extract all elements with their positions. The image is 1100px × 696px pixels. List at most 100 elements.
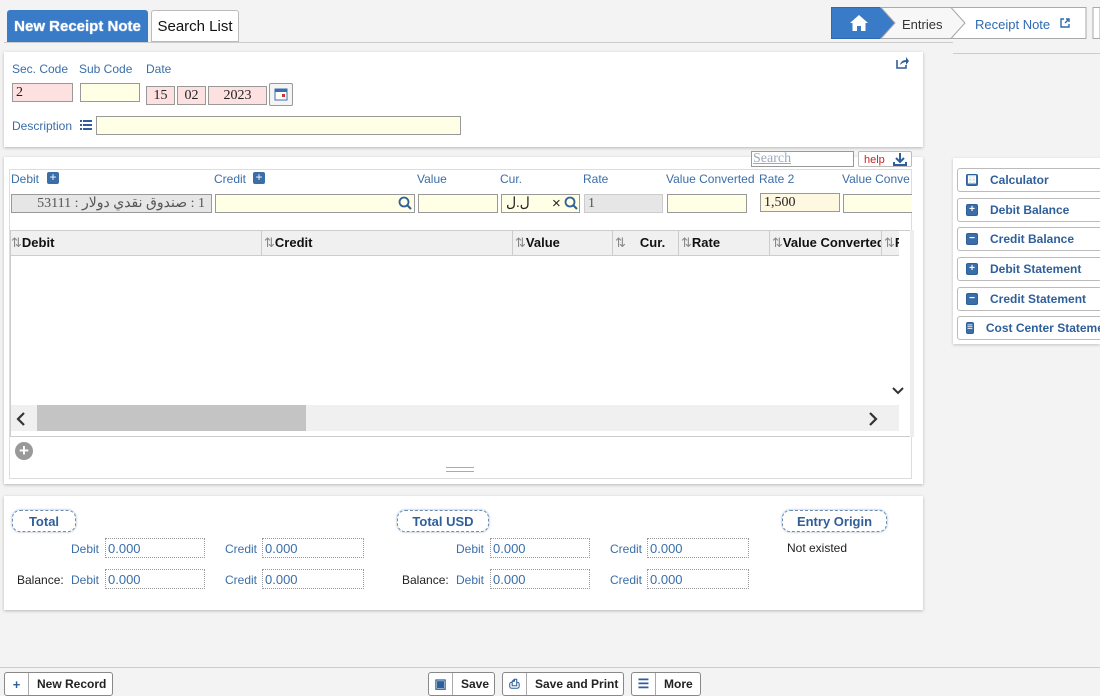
credit-account-input[interactable] <box>215 194 415 213</box>
debit-statement-label: Debit Statement <box>990 262 1082 276</box>
rate2-field-label: Rate 2 <box>759 172 795 186</box>
calculator-icon: ▦ <box>966 174 978 186</box>
grid-col-rate2[interactable]: ⇅R <box>882 231 899 255</box>
plus-square-icon: + <box>966 204 978 216</box>
save-print-label: Save and Print <box>535 677 619 691</box>
value-conve-field-label: Value Conve <box>842 172 910 186</box>
total-debit-value: 0.000 <box>105 538 205 558</box>
tab-new-receipt-note[interactable]: New Receipt Note <box>7 10 148 42</box>
list-icon[interactable] <box>80 120 92 130</box>
date-label: Date <box>146 62 172 76</box>
value-field-label: Value <box>417 172 447 186</box>
value-conve-input[interactable] <box>843 194 912 213</box>
sub-code-input[interactable] <box>80 83 140 102</box>
plus-icon: + <box>5 673 29 695</box>
grid-vertical-border <box>910 230 914 437</box>
grid-col-value-converted[interactable]: ⇅Value Converted <box>770 231 882 255</box>
external-link-icon[interactable] <box>1060 18 1070 28</box>
description-input[interactable] <box>96 116 461 135</box>
breadcrumb-receipt-note[interactable]: Receipt Note <box>975 17 1050 32</box>
total-legend: Total <box>12 510 76 532</box>
date-month-input[interactable]: 02 <box>177 86 206 105</box>
help-label: help <box>864 154 885 166</box>
usd-balance-label: Balance: <box>402 573 449 587</box>
usd-credit-label: Credit <box>610 542 643 556</box>
usd-balance-credit-label: Credit <box>610 573 643 587</box>
total-credit-label: Credit <box>225 542 258 556</box>
search-box[interactable]: Search <box>751 151 854 167</box>
credit-balance-button[interactable]: − Credit Balance <box>957 227 1100 251</box>
search-placeholder: Search <box>753 151 792 166</box>
new-record-button[interactable]: + New Record <box>4 672 113 696</box>
value-converted-input[interactable] <box>667 194 747 213</box>
balance-credit-label: Credit <box>225 573 258 587</box>
usd-debit-value: 0.000 <box>490 538 590 558</box>
calculator-button[interactable]: ▦ Calculator <box>957 168 1100 192</box>
breadcrumb-entries[interactable]: Entries <box>902 17 942 32</box>
calculator-label: Calculator <box>990 173 1049 187</box>
plus-square-icon: + <box>966 263 978 275</box>
rate-input[interactable]: 1 <box>584 194 663 213</box>
totals-panel: Total Total USD Entry Origin Debit 0.000… <box>4 496 923 610</box>
grid-col-rate[interactable]: ⇅Rate <box>679 231 770 255</box>
grid-col-rate-label: Rate <box>691 235 721 250</box>
save-and-print-button[interactable]: ⎙ Save and Print <box>502 672 624 696</box>
grid-col-value-converted-label: Value Converted <box>782 235 882 250</box>
side-panel-top <box>953 42 1100 54</box>
save-label: Save <box>461 677 490 691</box>
credit-search-icon[interactable] <box>398 196 412 210</box>
usd-credit-value: 0.000 <box>647 538 749 558</box>
more-button[interactable]: ☰ More <box>631 672 701 696</box>
save-button[interactable]: ▣ Save <box>428 672 495 696</box>
entry-panel: Search help Debit + Credit + Value Cur. … <box>4 151 923 484</box>
add-credit-icon[interactable]: + <box>253 171 265 184</box>
debit-account-input[interactable]: 1 : صندوق نقدي دولار : 53111 <box>11 194 212 213</box>
credit-field-label: Credit <box>214 172 247 186</box>
horizontal-scrollbar[interactable] <box>11 405 899 431</box>
rate2-input[interactable]: 1,500 <box>760 193 840 212</box>
date-year-input[interactable]: 2023 <box>208 86 267 105</box>
description-label: Description <box>12 119 73 133</box>
total-usd-legend: Total USD <box>397 510 489 532</box>
balance-debit-label: Debit <box>71 573 100 587</box>
help-button[interactable]: help <box>858 151 912 167</box>
resize-handle[interactable] <box>446 467 474 472</box>
printer-icon: ⎙ <box>503 673 527 695</box>
scroll-down-icon[interactable] <box>891 386 905 396</box>
more-label: More <box>664 677 693 691</box>
balance-label: Balance: <box>17 573 64 587</box>
minus-square-icon: − <box>966 233 978 245</box>
cost-center-statement-button[interactable]: ≡ Cost Center Statement <box>957 316 1100 340</box>
share-icon[interactable] <box>895 56 909 69</box>
debit-balance-button[interactable]: + Debit Balance <box>957 198 1100 222</box>
usd-balance-credit-value: 0.000 <box>647 569 749 589</box>
grid-col-cur[interactable]: ⇅ Cur. <box>613 231 679 255</box>
currency-search-icon[interactable] <box>564 196 578 210</box>
debit-balance-label: Debit Balance <box>990 203 1070 217</box>
grid-col-cur-label: Cur. <box>639 235 666 250</box>
scrollbar-thumb[interactable] <box>37 405 306 431</box>
date-day-input[interactable]: 15 <box>146 86 175 105</box>
calendar-button[interactable] <box>269 83 293 106</box>
download-icon <box>893 153 907 166</box>
grid-col-value-label: Value <box>525 235 560 250</box>
grid-col-debit[interactable]: ⇅Debit <box>11 231 262 255</box>
rate-field-label: Rate <box>583 172 609 186</box>
scroll-left-icon[interactable] <box>15 412 27 426</box>
tab-search-list[interactable]: Search List <box>151 10 239 42</box>
credit-statement-button[interactable]: − Credit Statement <box>957 287 1100 311</box>
clear-currency-icon[interactable]: × <box>552 195 561 212</box>
add-row-button[interactable]: + <box>15 442 33 460</box>
usd-balance-debit-label: Debit <box>456 573 485 587</box>
value-input[interactable] <box>418 194 498 213</box>
debit-statement-button[interactable]: + Debit Statement <box>957 257 1100 281</box>
sub-code-label: Sub Code <box>79 62 133 76</box>
header-form-panel: Sec. Code Sub Code Date 2 15 02 2023 Des… <box>4 52 923 147</box>
sec-code-input[interactable]: 2 <box>12 83 73 102</box>
home-icon[interactable] <box>849 14 869 32</box>
scroll-right-icon[interactable] <box>867 412 879 426</box>
grid-col-value[interactable]: ⇅Value <box>513 231 613 255</box>
cost-center-label: Cost Center Statement <box>985 321 1100 335</box>
add-debit-icon[interactable]: + <box>47 171 59 184</box>
grid-col-credit[interactable]: ⇅Credit <box>262 231 513 255</box>
